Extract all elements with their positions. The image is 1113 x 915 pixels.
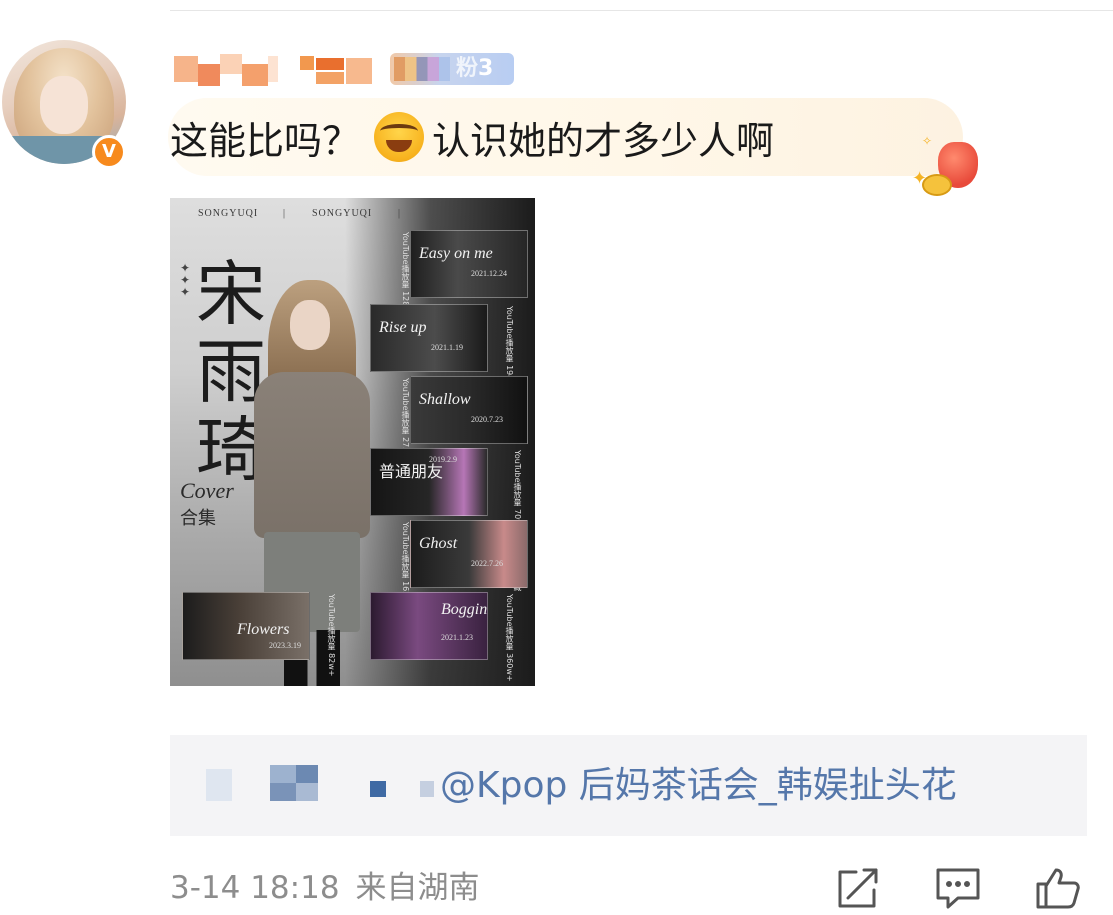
tile-title: Boggin: [441, 601, 488, 618]
tile-stat: YouTube播放量 128w+: [401, 232, 410, 320]
cover-tile: Shallow 2020.7.23: [410, 376, 528, 444]
coin-shape: [922, 174, 952, 196]
figure-face: [290, 300, 330, 350]
username-blurred[interactable]: [170, 50, 410, 86]
attached-poster-image[interactable]: SONGYUQI | SONGYUQI | ✦ ✦ ✦ 宋 雨 琦 Cover 合集…: [170, 198, 535, 686]
laughing-crying-emoji-icon: [374, 112, 425, 162]
tile-date: 2021.12.24: [471, 269, 507, 278]
tile-title: Ghost: [419, 535, 458, 552]
tile-stat: YouTube播放量 82w+: [327, 594, 336, 677]
poster-header-sep: |: [283, 208, 287, 219]
tile-stat: YouTube播放量 360w+: [505, 594, 514, 682]
tile-stat: YouTube播放量 162w+: [401, 522, 410, 610]
location: 来自湖南: [355, 870, 480, 906]
cover-tile: Flowers 2023.3.19: [182, 592, 310, 660]
tile-date: 2021.1.19: [431, 343, 463, 352]
figure-sweater: [254, 372, 370, 538]
cover-tile: Rise up 2021.1.19: [370, 304, 488, 372]
cover-tile: Easy on me 2021.12.24: [410, 230, 528, 298]
original-post-reference[interactable]: @Kpop 后妈茶话会_韩娱扯头花: [170, 735, 1087, 836]
red-envelope-money-bag-icon: ✦ ✧: [912, 134, 978, 196]
comment-icon[interactable]: [934, 866, 982, 910]
tile-title: Flowers: [237, 621, 290, 638]
poster-header-name: SONGYUQI: [198, 208, 259, 219]
poster-header-name: SONGYUQI: [312, 208, 373, 219]
fan-badge-mosaic: [394, 57, 450, 81]
fan-badge-level: 粉3: [456, 56, 494, 81]
tile-stat: YouTube播放量 273w+: [401, 378, 410, 466]
fan-level-badge[interactable]: 粉3: [390, 53, 514, 85]
tile-date: 2022.7.26: [471, 559, 503, 568]
tile-title: Rise up: [379, 319, 427, 336]
poster-subtitle-cn: 合集: [180, 508, 216, 529]
mention-link[interactable]: @Kpop 后妈茶话会_韩娱扯头花: [440, 761, 957, 811]
comment-meta: 3-14 18:18 来自湖南: [170, 866, 480, 910]
poster-header-sep: |: [398, 208, 402, 219]
tile-title: Easy on me: [419, 245, 493, 262]
like-icon[interactable]: [1034, 866, 1082, 910]
timestamp: 3-14 18:18: [170, 870, 340, 906]
tile-title: Shallow: [419, 391, 471, 408]
tile-stat: YouTube播放量 70w+ 网易云百万收藏: [513, 450, 522, 591]
avatar-face: [40, 76, 88, 134]
comment-text-part2: 认识她的才多少人啊: [432, 119, 775, 163]
cover-tile: Ghost 2022.7.26: [410, 520, 528, 588]
tile-title: 普通朋友: [379, 462, 444, 481]
cover-tile: Boggin 2021.1.23: [370, 592, 488, 660]
tile-date: 2021.1.23: [441, 633, 473, 642]
verified-badge-icon: V: [92, 135, 126, 169]
reference-blurred-text: [200, 765, 440, 805]
poster-subtitle-en: Cover: [180, 478, 234, 503]
poster-star-decoration: ✦ ✦ ✦: [180, 261, 191, 299]
comment-text-part1: 这能比吗？: [170, 119, 361, 163]
tile-date: 2020.7.23: [471, 415, 503, 424]
poster-header: SONGYUQI | SONGYUQI |: [170, 198, 535, 226]
tile-date: 2019.2.9: [429, 455, 457, 464]
share-icon[interactable]: [834, 866, 882, 910]
sparkle-icon: ✧: [922, 134, 933, 148]
top-divider: [170, 10, 1113, 11]
cover-tile: 普通朋友 2019.2.9: [370, 448, 488, 516]
comment-text: 这能比吗？ 认识她的才多少人啊: [170, 112, 774, 166]
tile-date: 2023.3.19: [269, 641, 301, 650]
tile-stat: YouTube播放量 194w+: [505, 306, 514, 394]
